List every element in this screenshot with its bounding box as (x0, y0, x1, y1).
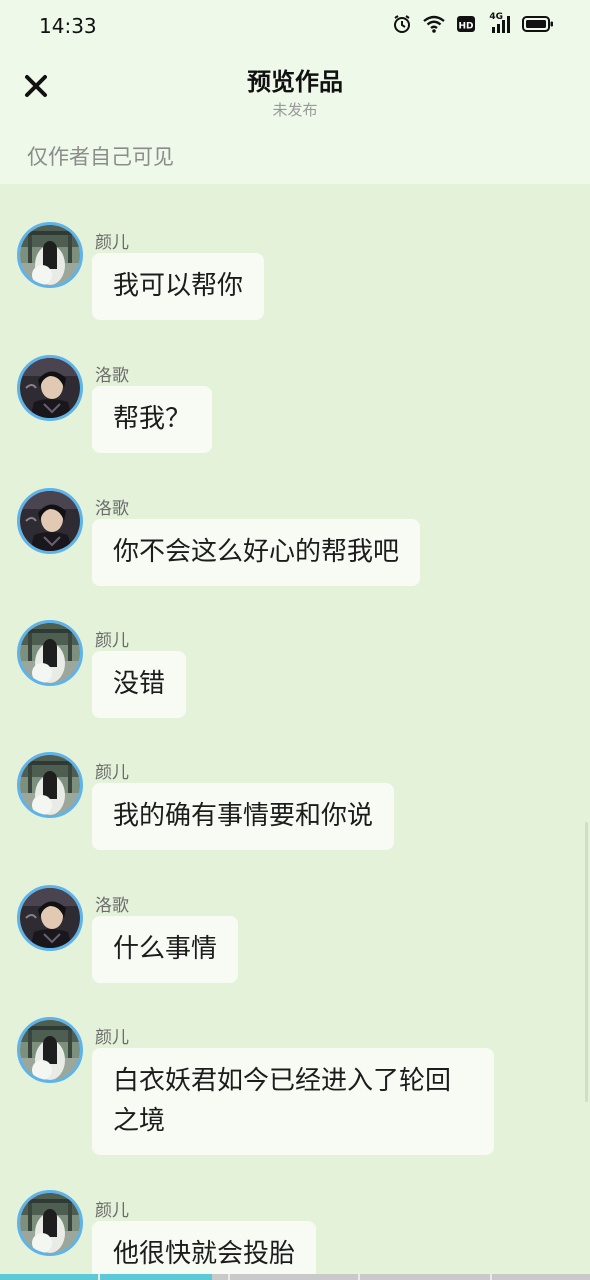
battery-icon (522, 14, 554, 34)
preview-header: 预览作品 未发布 仅作者自己可见 (0, 52, 590, 184)
progress-segment-divider (358, 1274, 360, 1280)
message-bubble[interactable]: 我可以帮你 (92, 253, 265, 320)
svg-text:HD: HD (458, 22, 473, 32)
sender-name: 洛歌 (95, 499, 129, 519)
message-bubble[interactable]: 你不会这么好心的帮我吧 (92, 519, 421, 586)
sender-name: 颜儿 (95, 631, 129, 651)
message-item: 颜儿 我可以帮你 (0, 222, 590, 352)
scrollbar[interactable] (585, 822, 588, 1102)
network-type-label: 4G (489, 12, 503, 22)
avatar[interactable] (17, 488, 83, 554)
sender-name: 颜儿 (95, 233, 129, 253)
page-title: 预览作品 (247, 68, 343, 96)
avatar[interactable] (17, 1190, 83, 1256)
message-bubble[interactable]: 没错 (92, 651, 187, 718)
avatar[interactable] (17, 885, 83, 951)
alarm-icon (392, 14, 412, 34)
publish-status: 未发布 (272, 101, 318, 119)
message-item: 洛歌 什么事情 (0, 885, 590, 1015)
message-item: 洛歌 你不会这么好心的帮我吧 (0, 488, 590, 618)
visibility-note: 仅作者自己可见 (27, 145, 174, 169)
message-item: 颜儿 没错 (0, 620, 590, 750)
message-item: 颜儿 他很快就会投胎 (0, 1190, 590, 1280)
sender-name: 洛歌 (95, 896, 129, 916)
message-list[interactable]: 颜儿 我可以帮你 洛歌 帮我？ 洛歌 你不会这么好心的帮我吧 颜儿 没错 颜儿 我的确有事情要和你… (0, 184, 590, 1280)
status-icons: HD (392, 14, 554, 34)
progress-segment-divider (490, 1274, 492, 1280)
message-bubble[interactable]: 白衣妖君如今已经进入了轮回之境 (92, 1048, 494, 1155)
message-bubble[interactable]: 我的确有事情要和你说 (92, 783, 395, 850)
sender-name: 颜儿 (95, 1201, 129, 1221)
status-bar: 14:33 HD 4G (0, 0, 590, 52)
sender-name: 洛歌 (95, 366, 129, 386)
sender-name: 颜儿 (95, 763, 129, 783)
progress-segment-divider (228, 1274, 230, 1280)
message-item: 颜儿 白衣妖君如今已经进入了轮回之境 (0, 1017, 590, 1155)
avatar[interactable] (17, 620, 83, 686)
hd-icon: HD (456, 14, 476, 34)
avatar[interactable] (17, 752, 83, 818)
progress-segment-divider (98, 1274, 100, 1280)
sender-name: 颜儿 (95, 1028, 129, 1048)
playback-progress[interactable] (0, 1274, 590, 1280)
message-bubble[interactable]: 他很快就会投胎 (92, 1221, 317, 1280)
wifi-icon (422, 14, 446, 34)
avatar[interactable] (17, 1017, 83, 1083)
message-item: 洛歌 帮我？ (0, 355, 590, 485)
message-bubble[interactable]: 帮我？ (92, 386, 213, 453)
message-item: 颜儿 我的确有事情要和你说 (0, 752, 590, 882)
message-bubble[interactable]: 什么事情 (92, 916, 239, 983)
status-time: 14:33 (39, 14, 97, 38)
progress-fill (0, 1274, 213, 1280)
avatar[interactable] (17, 355, 83, 421)
avatar[interactable] (17, 222, 83, 288)
